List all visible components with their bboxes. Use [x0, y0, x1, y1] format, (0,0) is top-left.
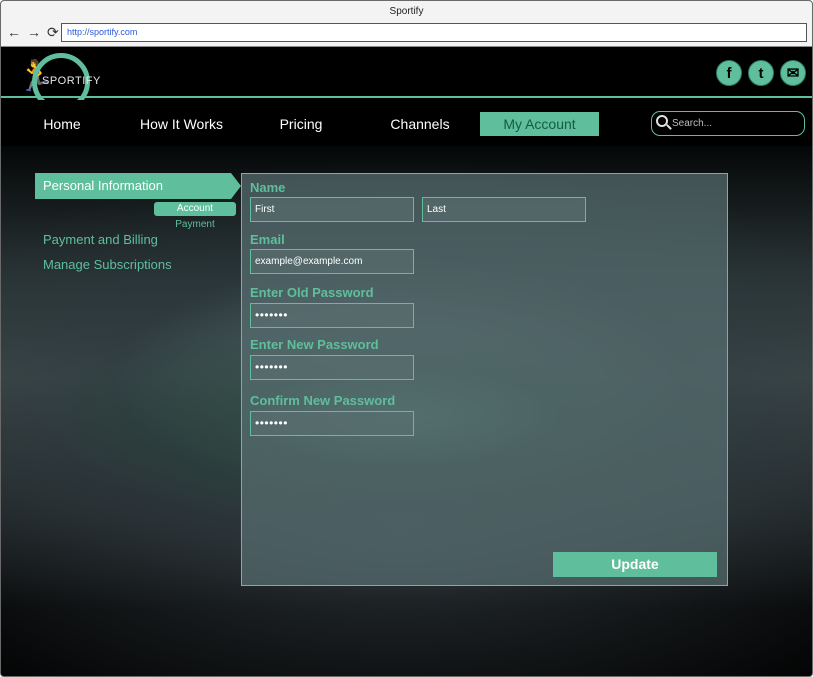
confirm-password-field[interactable]: •••••••	[250, 411, 414, 436]
new-password-label: Enter New Password	[250, 337, 379, 352]
nav-my-account[interactable]: My Account	[480, 112, 599, 136]
name-label: Name	[250, 180, 286, 195]
sidebar-sub-account[interactable]: Account	[154, 202, 236, 216]
title-bar: Sportify ← → ⟳ http://sportify.com	[1, 1, 812, 47]
social-links: f t ✉	[716, 60, 806, 86]
window-title: Sportify	[389, 6, 424, 17]
first-name-field[interactable]: First	[250, 197, 414, 222]
search-icon	[656, 115, 668, 127]
browser-nav: ← → ⟳	[7, 23, 59, 41]
update-button[interactable]: Update	[553, 552, 717, 577]
personal-info-form: Name First Last Email example@example.co…	[241, 173, 728, 586]
back-arrow-icon[interactable]: ←	[7, 23, 21, 41]
email-label: Email	[250, 232, 285, 247]
old-password-field[interactable]: •••••••	[250, 303, 414, 328]
new-password-field[interactable]: •••••••	[250, 355, 414, 380]
site-header: 🏃 SPORTIFY f t ✉	[1, 48, 812, 111]
sidebar-item-payment-billing[interactable]: Payment and Billing	[43, 232, 158, 247]
browser-window: Sportify ← → ⟳ http://sportify.com 🏃 SPO…	[0, 0, 813, 677]
sidebar-item-manage-subscriptions[interactable]: Manage Subscriptions	[43, 257, 172, 272]
nav-pricing[interactable]: Pricing	[261, 112, 341, 136]
nav-home[interactable]: Home	[21, 112, 103, 136]
twitter-icon[interactable]: t	[748, 60, 774, 86]
logo-text: SPORTIFY	[42, 75, 101, 87]
sidebar-sub-payment[interactable]: Payment	[154, 218, 236, 231]
confirm-password-label: Confirm New Password	[250, 393, 396, 408]
page-content: 🏃 SPORTIFY f t ✉ Home How It Works Prici…	[1, 48, 812, 676]
url-bar[interactable]: http://sportify.com	[61, 23, 807, 42]
forward-arrow-icon[interactable]: →	[27, 23, 41, 41]
last-name-field[interactable]: Last	[422, 197, 586, 222]
facebook-icon[interactable]: f	[716, 60, 742, 86]
search-placeholder: Search...	[672, 118, 713, 129]
search-input[interactable]: Search...	[651, 111, 805, 136]
account-sidebar: Personal Information Account Payment Pay…	[35, 173, 245, 303]
old-password-label: Enter Old Password	[250, 285, 374, 300]
nav-how-it-works[interactable]: How It Works	[131, 112, 232, 136]
mail-icon[interactable]: ✉	[780, 60, 806, 86]
main-nav: Home How It Works Pricing Channels My Ac…	[1, 100, 812, 146]
email-field[interactable]: example@example.com	[250, 249, 414, 274]
nav-channels[interactable]: Channels	[379, 112, 461, 136]
sidebar-item-personal-information[interactable]: Personal Information	[35, 173, 241, 199]
reload-icon[interactable]: ⟳	[47, 23, 59, 41]
